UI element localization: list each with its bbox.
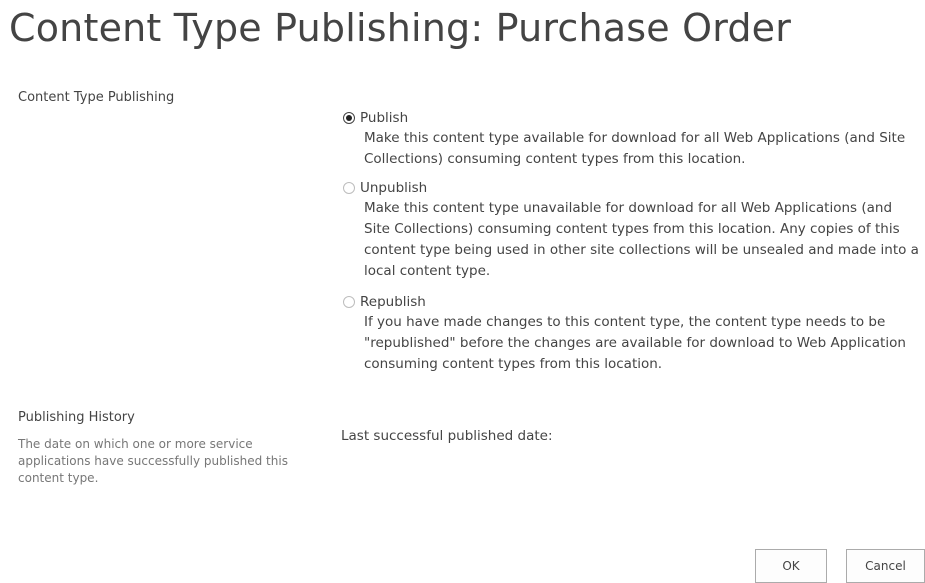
publish-option: Publish Make this content type available… xyxy=(343,108,923,170)
publishing-history-heading: Publishing History xyxy=(18,410,135,425)
page-title: Content Type Publishing: Purchase Order xyxy=(9,6,792,50)
publish-label[interactable]: Publish xyxy=(360,110,408,126)
republish-radio[interactable] xyxy=(343,296,355,308)
publishing-section-heading: Content Type Publishing xyxy=(18,90,175,105)
ok-button[interactable]: OK xyxy=(755,549,827,583)
unpublish-radio[interactable] xyxy=(343,182,355,194)
unpublish-label[interactable]: Unpublish xyxy=(360,180,427,196)
republish-description: If you have made changes to this content… xyxy=(364,314,906,372)
unpublish-option: Unpublish Make this content type unavail… xyxy=(343,178,923,282)
publish-description: Make this content type available for dow… xyxy=(364,130,906,167)
publish-radio[interactable] xyxy=(343,112,355,124)
republish-label[interactable]: Republish xyxy=(360,294,426,310)
unpublish-description: Make this content type unavailable for d… xyxy=(364,200,919,279)
last-published-date-label: Last successful published date: xyxy=(341,428,553,444)
cancel-button[interactable]: Cancel xyxy=(846,549,925,583)
republish-option: Republish If you have made changes to th… xyxy=(343,292,923,375)
republish-radio-row[interactable]: Republish xyxy=(343,292,923,312)
publish-radio-row[interactable]: Publish xyxy=(343,108,923,128)
publishing-history-description: The date on which one or more service ap… xyxy=(18,437,288,485)
unpublish-radio-row[interactable]: Unpublish xyxy=(343,178,923,198)
